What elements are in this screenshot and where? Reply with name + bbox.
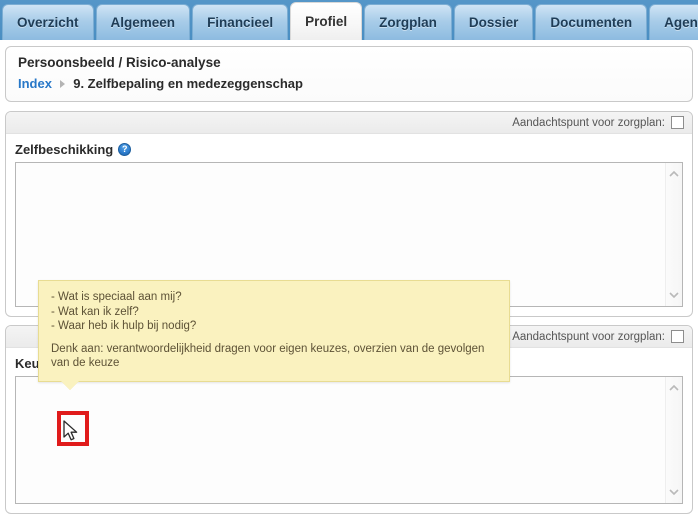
- tooltip-note: Denk aan: verantwoordelijkheid dragen vo…: [51, 342, 485, 370]
- field-label-zelfbeschikking: Zelfbeschikking: [15, 142, 683, 157]
- attention-checkbox[interactable]: [671, 116, 684, 129]
- page-title: Persoonsbeeld / Risico-analyse: [18, 55, 221, 70]
- chevron-down-icon[interactable]: [669, 292, 679, 299]
- attention-checkbox[interactable]: [671, 330, 684, 343]
- chevron-up-icon[interactable]: [669, 170, 679, 177]
- help-tooltip: - Wat is speciaal aan mij? - Wat kan ik …: [38, 280, 510, 390]
- attention-label: Aandachtspunt voor zorgplan:: [512, 116, 665, 129]
- tooltip-line-1: - Wat is speciaal aan mij?: [51, 291, 182, 303]
- keuzes-scrollbar[interactable]: [665, 377, 682, 503]
- keuzes-textarea[interactable]: [15, 376, 683, 504]
- attention-label: Aandachtspunt voor zorgplan:: [512, 330, 665, 343]
- breadcrumb-link-index[interactable]: Index: [18, 76, 52, 91]
- tab-profiel[interactable]: Profiel: [290, 2, 363, 40]
- tooltip-line-2: - Wat kan ik zelf?: [51, 305, 139, 318]
- question-mark-icon[interactable]: [118, 143, 132, 156]
- zelfbeschikking-scrollbar[interactable]: [665, 163, 682, 306]
- breadcrumb-current: 9. Zelfbepaling en medezeggenschap: [73, 76, 303, 91]
- tooltip-spacer: [51, 334, 497, 342]
- main-tab-bar: Overzicht Algemeen Financieel Profiel Zo…: [0, 0, 698, 40]
- tooltip-arrow-icon: [61, 380, 79, 390]
- triangle-right-icon: [59, 80, 65, 89]
- chevron-up-icon[interactable]: [669, 384, 679, 391]
- tab-financieel[interactable]: Financieel: [192, 4, 289, 40]
- tab-dossier[interactable]: Dossier: [453, 4, 534, 40]
- tooltip-line-3: - Waar heb ik hulp bij nodig?: [51, 320, 197, 332]
- page-content: Persoonsbeeld / Risico-analyse Index 9. …: [0, 40, 698, 514]
- tab-documenten[interactable]: Documenten: [535, 4, 648, 40]
- section-zelfbeschikking-bar: Aandachtspunt voor zorgplan:: [6, 112, 692, 134]
- breadcrumb: Index 9. Zelfbepaling en medezeggenschap: [18, 76, 680, 91]
- page-header-panel: Persoonsbeeld / Risico-analyse Index 9. …: [5, 46, 693, 102]
- tab-overzicht[interactable]: Overzicht: [2, 4, 94, 40]
- tab-zorgplan[interactable]: Zorgplan: [364, 4, 452, 40]
- chevron-down-icon[interactable]: [669, 489, 679, 496]
- field-label-text: Zelfbeschikking: [15, 142, 114, 157]
- tab-algemeen[interactable]: Algemeen: [95, 4, 191, 40]
- tab-agenda[interactable]: Agenda: [649, 4, 698, 40]
